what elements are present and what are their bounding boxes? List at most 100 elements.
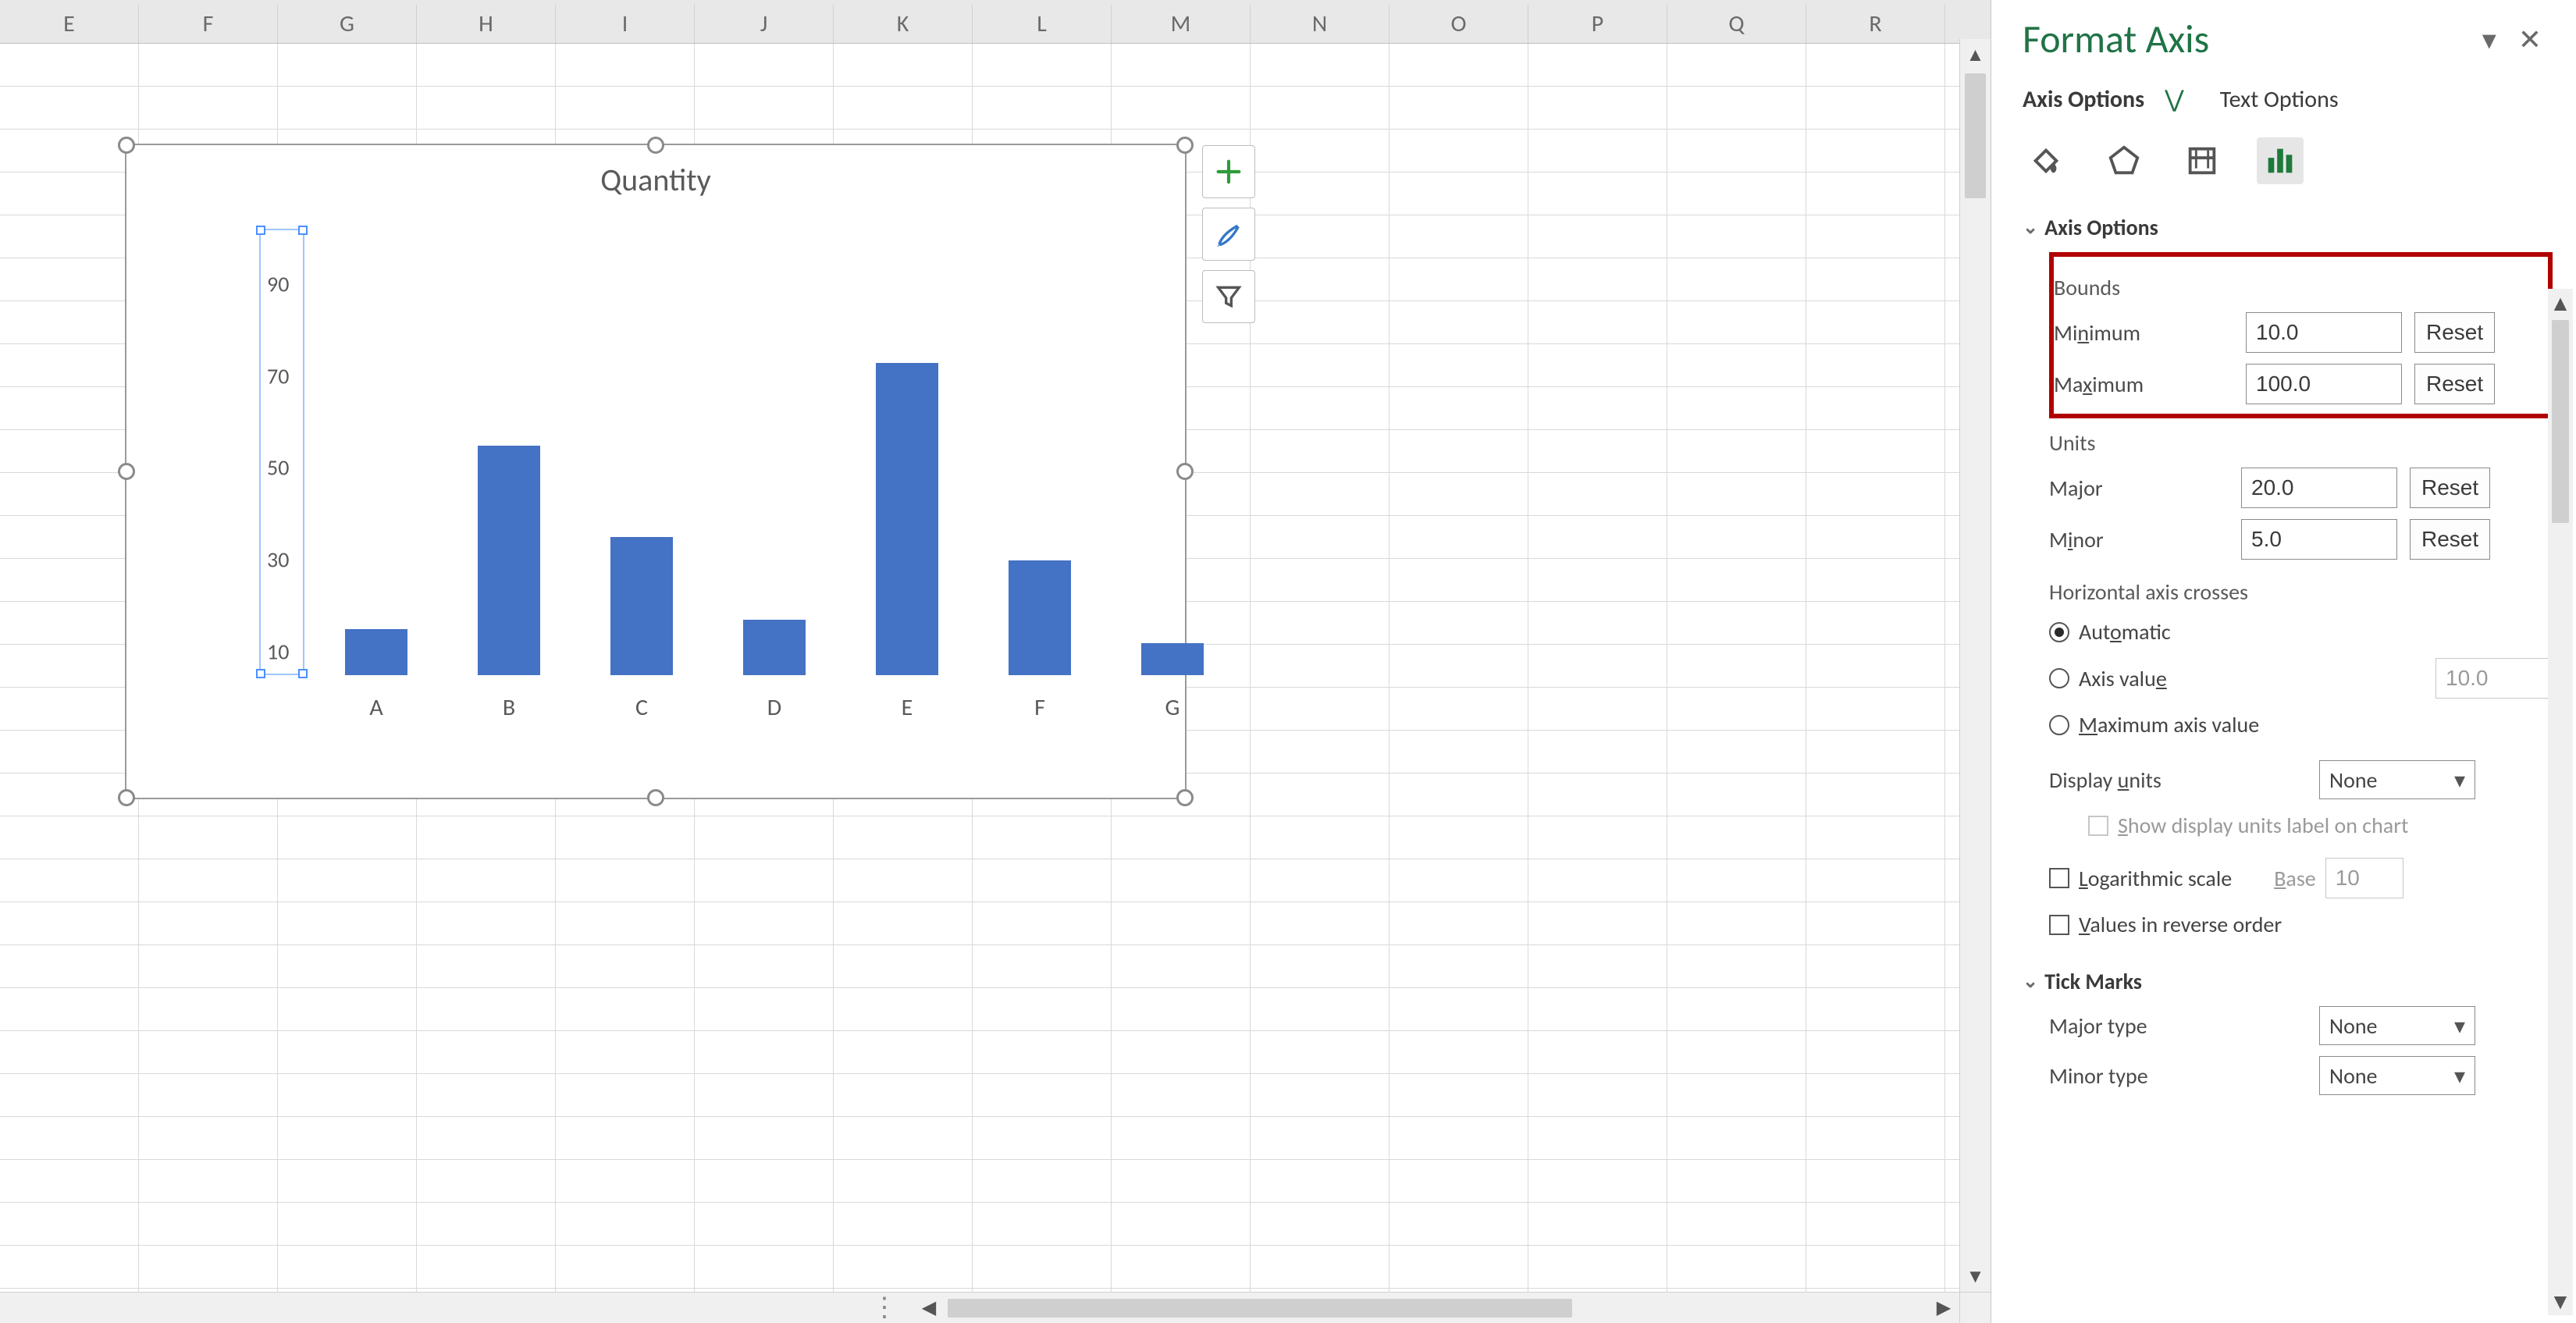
column-header[interactable]: N [1251,5,1389,43]
radio-icon [2049,668,2069,688]
y-tick-label: 30 [267,546,289,574]
column-header[interactable]: R [1806,5,1945,43]
minimum-input[interactable] [2246,312,2402,353]
values-reverse-check[interactable]: Values in reverse order [2049,911,2553,938]
tick-marks-section-header[interactable]: ⌄ Tick Marks [2023,968,2553,995]
scroll-right-icon[interactable]: ▶ [1928,1293,1959,1323]
minor-type-select[interactable]: None▾ [2319,1056,2475,1095]
chart-elements-button[interactable] [1202,145,1255,198]
size-properties-tab[interactable] [2179,137,2226,184]
horizontal-crosses-label: Horizontal axis crosses [2049,578,2553,606]
bars-icon [2262,143,2298,179]
resize-handle[interactable] [1176,463,1194,480]
resize-handle[interactable] [647,789,664,806]
display-units-select[interactable]: None▾ [2319,760,2475,799]
column-header[interactable]: J [695,5,834,43]
resize-handle[interactable] [118,137,135,154]
maximum-label: Maximum [2054,371,2233,398]
maximum-reset-button[interactable]: Reset [2414,364,2495,404]
column-header[interactable]: F [139,5,278,43]
chart-bar[interactable] [610,537,673,675]
minor-reset-button[interactable]: Reset [2410,519,2490,560]
chart-object[interactable]: Quantity 1030507090ABCDEFG [125,144,1187,799]
resize-handle[interactable] [118,789,135,806]
show-display-units-label-check: Show display units label on chart [2088,812,2553,839]
pentagon-icon [2106,143,2142,179]
chart-bar[interactable] [743,620,806,675]
resize-handle[interactable] [647,137,664,154]
crosses-axis-value-radio[interactable]: Axis value [2049,658,2553,699]
fill-line-tab[interactable] [2023,137,2069,184]
chevron-down-icon[interactable]: ⋁ [2165,85,2184,114]
scroll-up-icon[interactable]: ▲ [1960,39,1991,70]
chart-bar[interactable] [1009,560,1071,675]
chart-filters-button[interactable] [1202,270,1255,323]
scroll-thumb[interactable] [2552,320,2569,523]
chart-bar[interactable] [478,446,540,675]
grid-body: Quantity 1030507090ABCDEFG [0,44,1991,1323]
pane-scrollbar[interactable]: ▲ ▼ [2548,289,2573,1315]
pane-options-dropdown[interactable]: ▾ [2471,23,2507,57]
chart-bar[interactable] [1141,643,1204,675]
resize-handle[interactable] [1176,789,1194,806]
vertical-scrollbar[interactable]: ▲ ▼ [1959,39,1991,1292]
column-header[interactable]: L [973,5,1112,43]
effects-tab[interactable] [2101,137,2147,184]
chart-bar[interactable] [876,363,938,675]
crosses-automatic-radio[interactable]: Automatic [2049,618,2553,645]
crosses-max-radio[interactable]: Maximum axis value [2049,711,2553,738]
major-unit-input[interactable] [2241,468,2397,508]
y-tick-label: 50 [267,454,289,482]
minor-label: Minor [2049,526,2229,553]
column-header[interactable]: Q [1667,5,1806,43]
axis-options-tab-icon[interactable] [2257,137,2304,184]
maximum-input[interactable] [2246,364,2402,404]
x-tick-label: E [902,693,913,722]
column-header[interactable]: I [556,5,695,43]
minimum-reset-button[interactable]: Reset [2414,312,2495,353]
column-header[interactable]: G [278,5,417,43]
resize-handle[interactable] [118,463,135,480]
scroll-thumb[interactable] [948,1299,1572,1318]
minor-unit-input[interactable] [2241,519,2397,560]
scroll-up-icon[interactable]: ▲ [2548,289,2573,317]
column-header[interactable]: H [417,5,556,43]
chart-plot-area[interactable]: 1030507090ABCDEFG [150,215,1162,699]
chart-styles-button[interactable] [1202,208,1255,261]
column-header[interactable]: P [1528,5,1667,43]
plus-icon [1213,156,1244,187]
axis-options-section-header[interactable]: ⌄ Axis Options [2023,214,2553,241]
scroll-left-icon[interactable]: ◀ [913,1293,945,1323]
horizontal-scrollbar[interactable]: ⋮ ◀ ▶ [0,1292,1959,1323]
scroll-thumb[interactable] [1965,73,1986,198]
y-tick-label: 70 [267,362,289,389]
size-icon [2184,143,2220,179]
checkbox-icon [2088,816,2108,836]
major-type-select[interactable]: None▾ [2319,1006,2475,1045]
axis-options-tab[interactable]: Axis Options [2023,85,2144,114]
text-options-tab[interactable]: Text Options [2220,85,2339,114]
format-axis-pane: Format Axis ▾ ✕ Axis Options ⋁ Text Opti… [1991,0,2576,1323]
column-header[interactable]: M [1112,5,1251,43]
column-headers: EFGHIJKLMNOPQR [0,5,1991,44]
column-header[interactable]: K [834,5,973,43]
sheet-drag-handle-icon[interactable]: ⋮ [0,1292,913,1323]
spreadsheet-area: EFGHIJKLMNOPQR Quantity [0,0,1991,1323]
scroll-down-icon[interactable]: ▼ [1960,1261,1991,1292]
x-tick-label: D [767,693,781,722]
column-header[interactable]: O [1389,5,1528,43]
cells-grid[interactable]: Quantity 1030507090ABCDEFG [0,44,1991,1323]
pane-close-button[interactable]: ✕ [2507,23,2553,57]
chart-bar[interactable] [345,629,407,675]
pane-title: Format Axis [2023,16,2209,63]
log-base-input [2325,858,2403,898]
column-header[interactable]: E [0,5,139,43]
scroll-down-icon[interactable]: ▼ [2548,1287,2573,1315]
pane-icon-tabs [2023,137,2553,184]
logarithmic-scale-check[interactable]: Logarithmic scale Base [2049,858,2553,898]
minimum-label: Minimum [2054,319,2233,347]
axis-value-input [2435,658,2553,699]
major-reset-button[interactable]: Reset [2410,468,2490,508]
resize-handle[interactable] [1176,137,1194,154]
chart-title[interactable]: Quantity [126,161,1185,199]
